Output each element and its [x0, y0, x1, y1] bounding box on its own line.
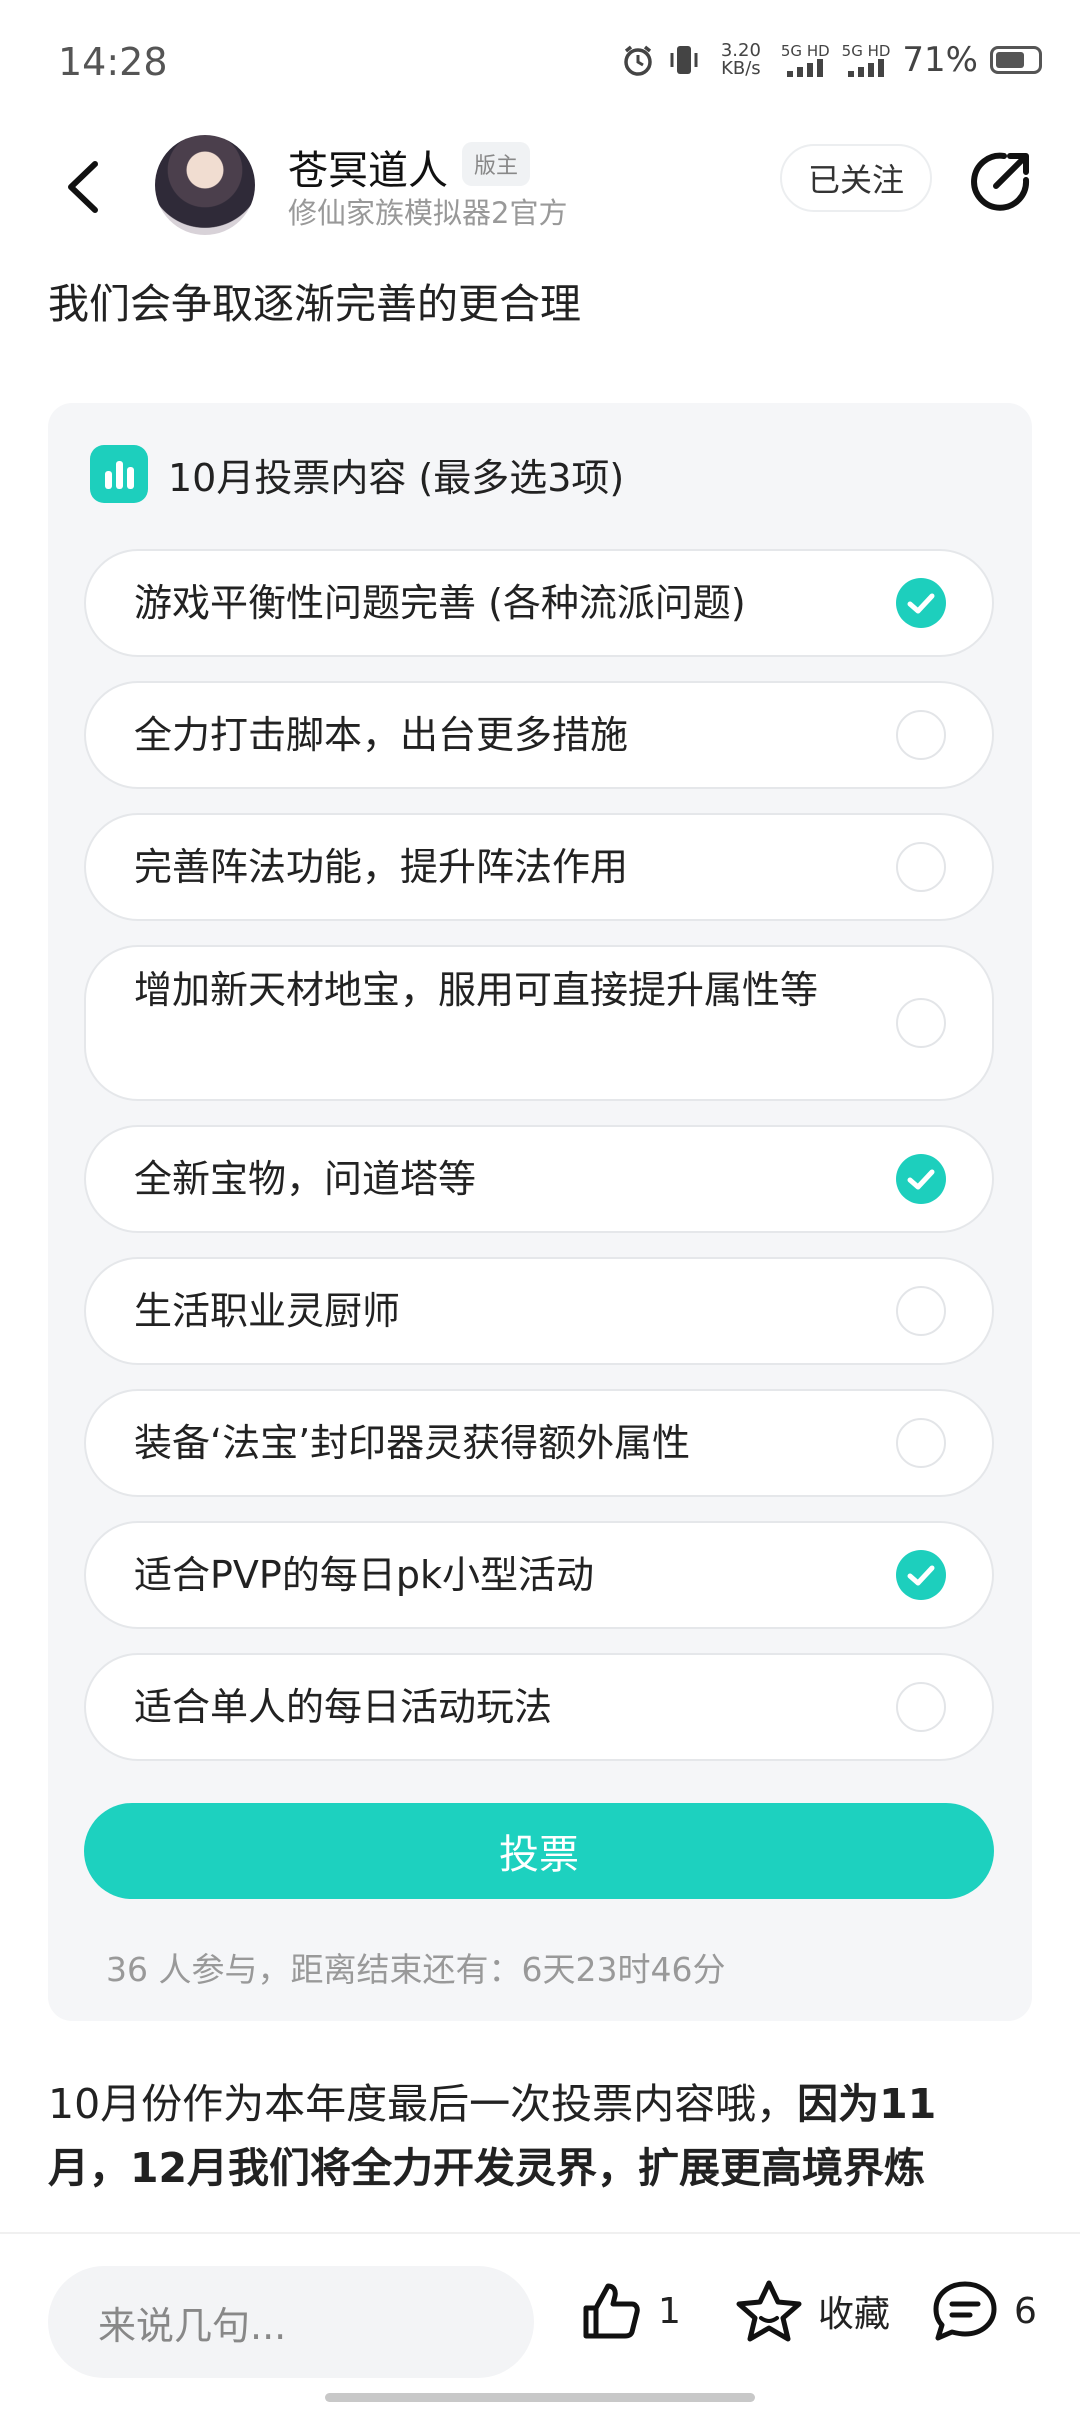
- signal-bars-icon: [787, 58, 824, 77]
- signal-1: 5G HD: [780, 41, 830, 77]
- poll-option-label: 完善阵法功能，提升阵法作用: [134, 845, 629, 889]
- back-arrow-icon[interactable]: [55, 152, 115, 222]
- poll-option[interactable]: 装备‘法宝’封印器灵获得额外属性: [84, 1389, 994, 1497]
- favorite-label: 收藏: [818, 2294, 891, 2335]
- comment-bubble-icon: [933, 2281, 997, 2341]
- vote-button[interactable]: 投票: [84, 1803, 994, 1899]
- body-line1: 10月份作为本年度最后一次投票内容哦，: [48, 2080, 798, 2128]
- home-indicator[interactable]: [325, 2393, 755, 2402]
- like-button[interactable]: 1: [578, 2278, 681, 2344]
- status-bar: 14:28 3.20 KB/s 5G HD 5G HD 71%: [0, 0, 1080, 130]
- status-icons: 3.20 KB/s 5G HD 5G HD 71%: [621, 40, 1042, 80]
- status-time: 14:28: [58, 40, 168, 84]
- network-speed: 3.20 KB/s: [713, 42, 769, 78]
- body-line2-bold: 月，12月我们将全力开发灵界，扩展更高境界炼: [48, 2144, 926, 2192]
- poll-option-label: 全力打击脚本，出台更多措施: [134, 713, 629, 757]
- checked-checkbox-icon[interactable]: [896, 1550, 946, 1600]
- poll-option-label: 全新宝物，问道塔等: [134, 1157, 477, 1201]
- poll-participants: 36 人参与，距离结束还有：6天23时46分: [106, 1950, 726, 1989]
- bottom-action-bar: 来说几句... 1 收藏 6: [0, 2232, 1080, 2410]
- share-icon[interactable]: [968, 148, 1034, 214]
- checked-checkbox-icon[interactable]: [896, 1154, 946, 1204]
- favorite-button[interactable]: 收藏: [734, 2278, 890, 2344]
- poll-option-label: 装备‘法宝’封印器灵获得额外属性: [134, 1421, 691, 1465]
- poll-option[interactable]: 游戏平衡性问题完善 (各种流派问题): [84, 549, 994, 657]
- post-body: 10月份作为本年度最后一次投票内容哦，因为11 月，12月我们将全力开发灵界，扩…: [48, 2072, 1038, 2200]
- checked-checkbox-icon[interactable]: [896, 578, 946, 628]
- comment-input[interactable]: 来说几句...: [48, 2266, 534, 2378]
- poll-option[interactable]: 完善阵法功能，提升阵法作用: [84, 813, 994, 921]
- poll-option-label: 生活职业灵厨师: [134, 1289, 401, 1333]
- lead-text: 我们会争取逐渐完善的更合理: [48, 280, 581, 328]
- unchecked-checkbox-icon[interactable]: [896, 1682, 946, 1732]
- star-icon: [736, 2280, 802, 2342]
- poll-option[interactable]: 增加新天材地宝，服用可直接提升属性等: [84, 945, 994, 1101]
- battery-percent: 71%: [902, 40, 978, 80]
- comment-count: 6: [1014, 2290, 1037, 2332]
- poll-option[interactable]: 适合单人的每日活动玩法: [84, 1653, 994, 1761]
- unchecked-checkbox-icon[interactable]: [896, 710, 946, 760]
- poll-option[interactable]: 生活职业灵厨师: [84, 1257, 994, 1365]
- battery-icon: [990, 46, 1042, 74]
- unchecked-checkbox-icon[interactable]: [896, 1418, 946, 1468]
- thumbs-up-icon: [583, 2283, 640, 2339]
- poll-option-label: 适合单人的每日活动玩法: [134, 1685, 553, 1729]
- author-avatar[interactable]: [155, 135, 255, 235]
- unchecked-checkbox-icon[interactable]: [896, 842, 946, 892]
- author-subtitle: 修仙家族模拟器2官方: [288, 196, 568, 230]
- alarm-icon: [624, 45, 652, 76]
- vibrate-icon: [670, 46, 698, 74]
- poll-card: 10月投票内容 (最多选3项) 游戏平衡性问题完善 (各种流派问题) 全力打击脚本…: [48, 403, 1032, 2021]
- bar-chart-icon: [90, 445, 148, 503]
- comment-button[interactable]: 6: [930, 2278, 1037, 2344]
- unchecked-checkbox-icon[interactable]: [896, 1286, 946, 1336]
- poll-header: 10月投票内容 (最多选3项): [90, 445, 624, 503]
- post-header: 苍冥道人 版主 修仙家族模拟器2官方 已关注: [0, 130, 1080, 250]
- poll-option[interactable]: 全新宝物，问道塔等: [84, 1125, 994, 1233]
- poll-option-label: 增加新天材地宝，服用可直接提升属性等: [134, 968, 819, 1012]
- poll-option[interactable]: 全力打击脚本，出台更多措施: [84, 681, 994, 789]
- poll-option-label: 适合PVP的每日pk小型活动: [134, 1553, 594, 1597]
- like-count: 1: [658, 2290, 681, 2332]
- signal-bars-icon: [848, 58, 885, 77]
- speed-unit: KB/s: [721, 58, 761, 79]
- network-type-2: 5G HD: [841, 41, 891, 60]
- poll-option-label: 游戏平衡性问题完善 (各种流派问题): [134, 581, 746, 625]
- unchecked-checkbox-icon[interactable]: [896, 998, 946, 1048]
- author-name[interactable]: 苍冥道人: [288, 138, 448, 196]
- body-line1-bold: 因为11: [797, 2080, 937, 2128]
- moderator-badge: 版主: [462, 142, 531, 186]
- poll-option[interactable]: 适合PVP的每日pk小型活动: [84, 1521, 994, 1629]
- signal-2: 5G HD: [841, 41, 891, 77]
- network-type-1: 5G HD: [780, 41, 830, 60]
- follow-button[interactable]: 已关注: [780, 144, 932, 212]
- poll-title: 10月投票内容 (最多选3项): [168, 455, 625, 500]
